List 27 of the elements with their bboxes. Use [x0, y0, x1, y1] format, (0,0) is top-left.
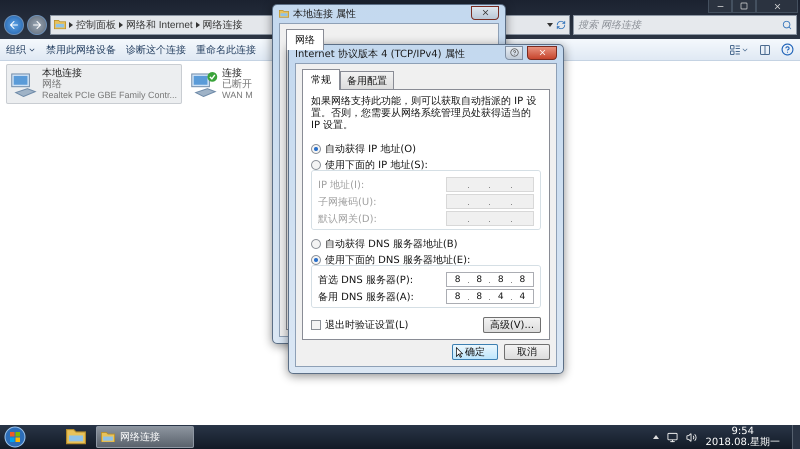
- window-title: Internet 协议版本 4 (TCP/IPv4) 属性: [295, 48, 466, 61]
- connection-status: 已断开: [222, 78, 253, 90]
- radio-label: 使用下面的 DNS 服务器地址(E):: [325, 254, 470, 267]
- octet-value: 8: [475, 292, 484, 302]
- octet-value: 4: [496, 292, 505, 302]
- connection-status: 网络: [42, 78, 62, 90]
- octet-value: 8: [454, 274, 462, 284]
- octet-value: 4: [518, 292, 526, 302]
- connection-name: 本地连接: [42, 68, 83, 78]
- field-label: 子网掩码(U):: [318, 196, 376, 208]
- field-label: 首选 DNS 服务器(P):: [318, 274, 414, 286]
- checkbox-label: 退出时验证设置(L): [325, 318, 408, 332]
- octet-value: 8: [454, 292, 462, 302]
- radio-label: 使用下面的 IP 地址(S):: [325, 158, 428, 172]
- field-label: IP 地址(I):: [318, 178, 364, 192]
- connection-device: Realtek PCIe GBE Family Contr...: [42, 90, 178, 100]
- connection-device: WAN M: [222, 90, 253, 100]
- radio-label: 自动获得 DNS 服务器地址(B): [325, 238, 458, 251]
- octet-value: 8: [496, 274, 505, 284]
- octet-value: 8: [475, 274, 484, 284]
- radio-label: 自动获得 IP 地址(O): [325, 142, 416, 156]
- intro-text: 如果网络支持此功能，则可以获取自动指派的 IP 设置。否则，您需要从网络系统管理员处获得适当的 IP 设置。: [311, 96, 538, 132]
- window-title: 本地连接 属性: [293, 8, 358, 21]
- octet-value: 8: [518, 274, 526, 284]
- field-label: 默认网关(D):: [318, 212, 377, 226]
- connection-name: 连接: [222, 68, 242, 78]
- field-label: 备用 DNS 服务器(A):: [318, 290, 414, 304]
